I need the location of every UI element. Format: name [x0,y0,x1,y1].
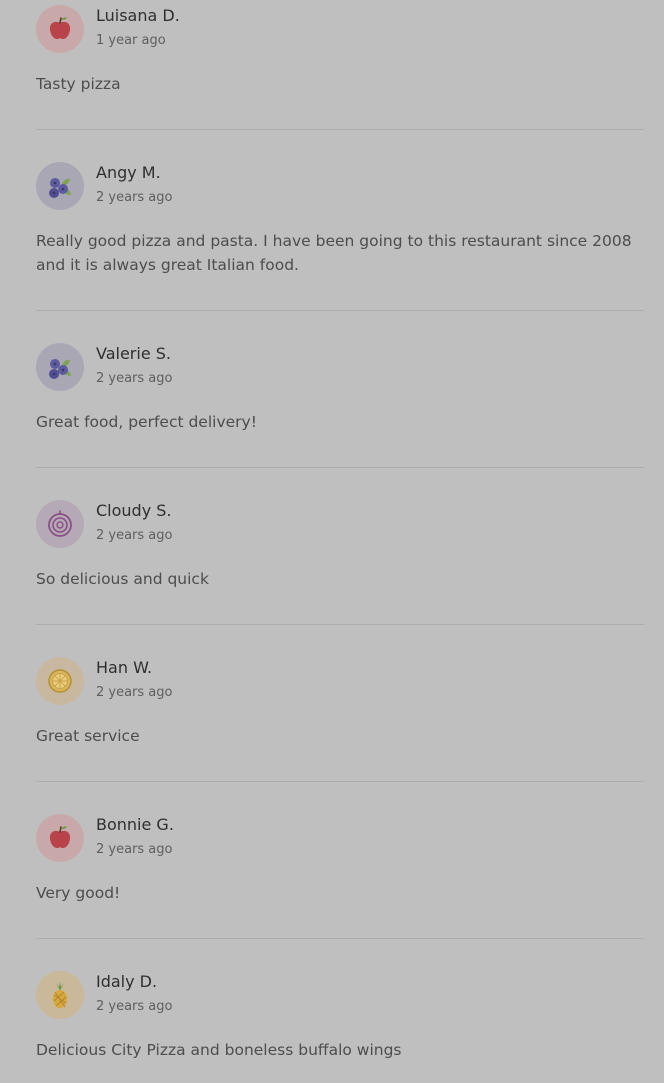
reviewer-name: Idaly D. [96,972,158,991]
review-time: 2 years ago [96,842,173,857]
avatar [36,162,84,210]
review-time: 1 year ago [96,33,166,48]
review-time: 2 years ago [96,528,173,543]
review-text: Very good! [36,884,121,902]
avatar [36,500,84,548]
apple-icon [49,17,71,40]
review-text: Great service [36,727,140,745]
divider [36,129,644,130]
review-time: 2 years ago [96,999,173,1014]
reviewer-name: Valerie S. [96,344,171,363]
blueberries-icon [49,178,71,198]
review-text: Tasty pizza [36,75,121,93]
blueberries-icon [49,359,71,379]
review-text: So delicious and quick [36,570,209,588]
reviewer-name: Cloudy S. [96,501,172,520]
divider [36,467,644,468]
review-time: 2 years ago [96,190,173,205]
avatar [36,657,84,705]
divider [36,624,644,625]
avatar [36,971,84,1019]
divider [36,938,644,939]
avatar [36,814,84,862]
review-text: Great food, perfect delivery! [36,413,257,431]
reviews-list: Luisana D. 1 year ago Tasty pizza Angy M… [0,0,664,1083]
avatar [36,5,84,53]
divider [36,781,644,782]
onion-icon [48,510,72,537]
avatar [36,343,84,391]
pineapple-icon [53,982,67,1008]
reviewer-name: Han W. [96,658,153,677]
review-time: 2 years ago [96,685,173,700]
apple-icon [49,826,71,849]
review-time: 2 years ago [96,371,173,386]
reviewer-name: Angy M. [96,163,161,182]
review-text: Really good pizza and pasta. I have been… [36,232,632,274]
lemon-icon [48,669,72,693]
review-text: Delicious City Pizza and boneless buffal… [36,1041,402,1059]
reviewer-name: Bonnie G. [96,815,174,834]
divider [36,310,644,311]
reviewer-name: Luisana D. [96,6,180,25]
